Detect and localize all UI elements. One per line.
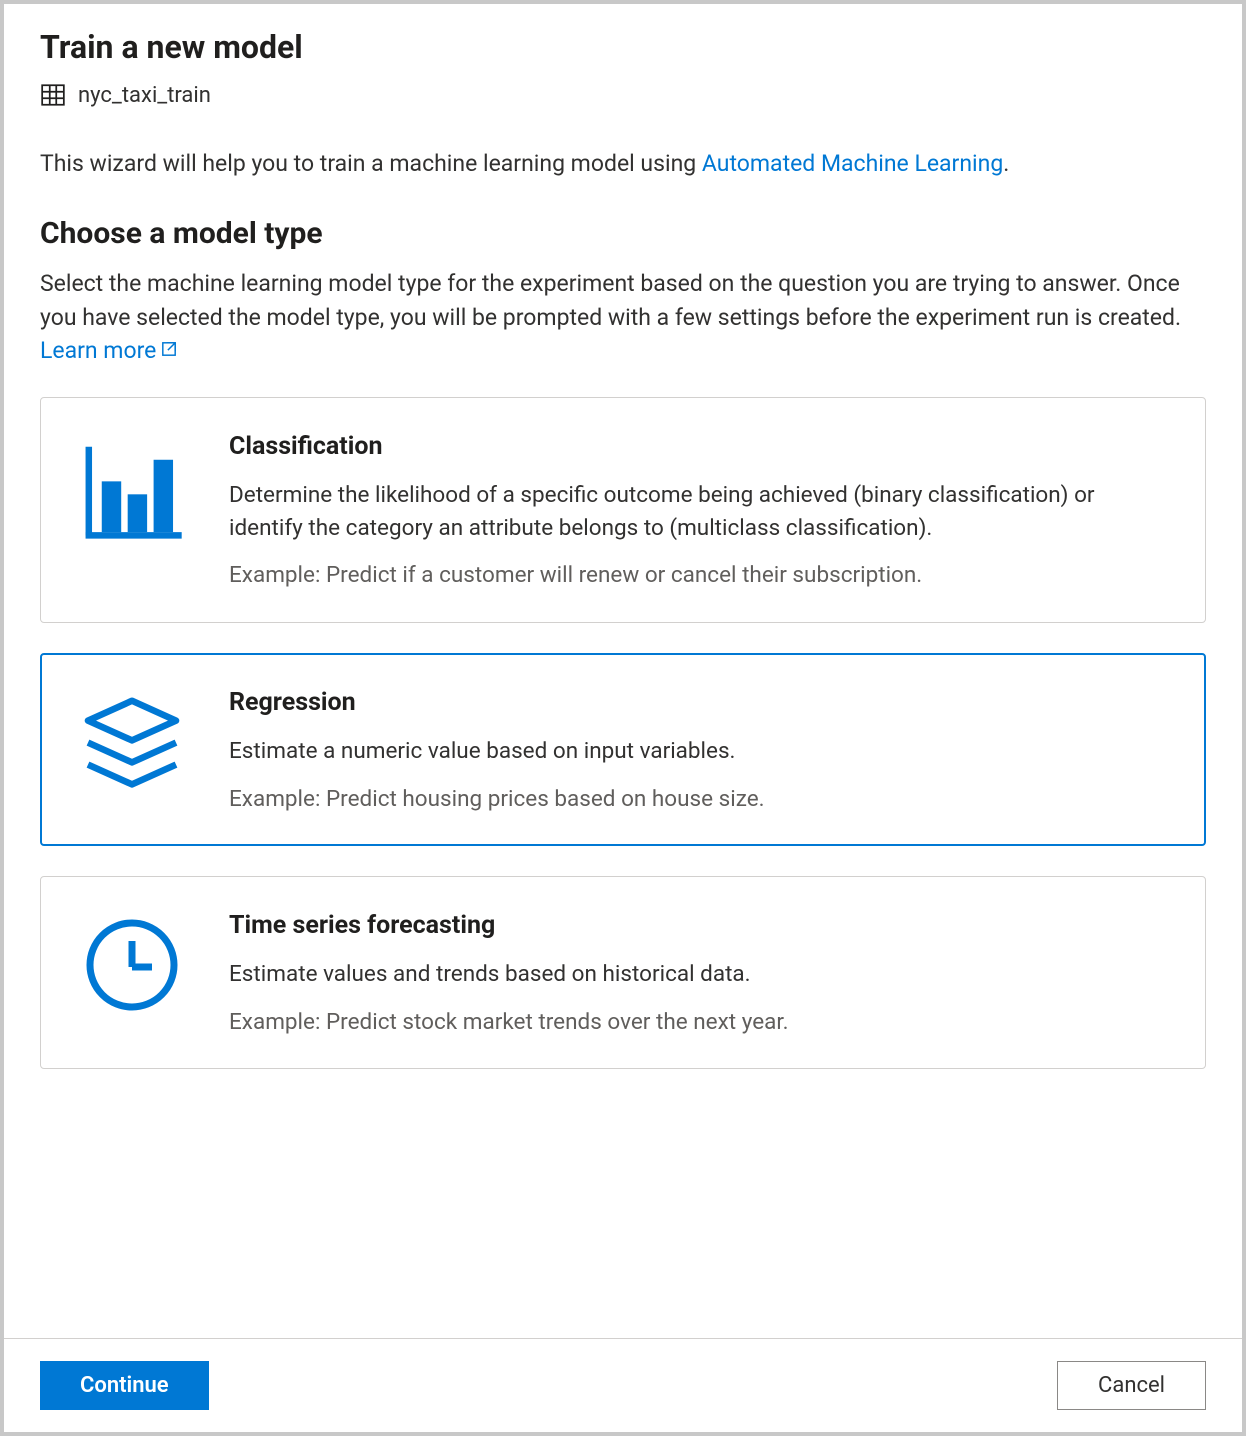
layers-icon <box>77 688 187 815</box>
card-example: Example: Predict housing prices based on… <box>229 784 1169 816</box>
intro-text: This wizard will help you to train a mac… <box>40 148 1206 180</box>
continue-button[interactable]: Continue <box>40 1361 209 1410</box>
footer: Continue Cancel <box>4 1338 1242 1432</box>
card-title: Regression <box>229 688 1169 717</box>
bar-chart-icon <box>77 432 187 592</box>
card-example: Example: Predict stock market trends ove… <box>229 1007 1169 1039</box>
page-title: Train a new model <box>40 28 1206 66</box>
dataset-row: nyc_taxi_train <box>40 82 1206 108</box>
automl-link[interactable]: Automated Machine Learning <box>702 150 1003 177</box>
card-classification[interactable]: Classification Determine the likelihood … <box>40 397 1206 623</box>
section-desc-text: Select the machine learning model type f… <box>40 270 1181 330</box>
intro-suffix: . <box>1003 150 1009 177</box>
section-description: Select the machine learning model type f… <box>40 267 1206 367</box>
cancel-button[interactable]: Cancel <box>1057 1361 1206 1410</box>
intro-prefix: This wizard will help you to train a mac… <box>40 150 702 177</box>
card-title: Time series forecasting <box>229 911 1169 940</box>
card-time-series[interactable]: Time series forecasting Estimate values … <box>40 876 1206 1069</box>
card-example: Example: Predict if a customer will rene… <box>229 560 1169 592</box>
card-regression[interactable]: Regression Estimate a numeric value base… <box>40 653 1206 846</box>
clock-icon <box>77 911 187 1038</box>
model-type-cards: Classification Determine the likelihood … <box>40 397 1206 1069</box>
learn-more-link[interactable]: Learn more <box>40 337 178 364</box>
learn-more-text: Learn more <box>40 337 156 364</box>
external-link-icon <box>160 334 178 367</box>
card-description: Estimate a numeric value based on input … <box>229 735 1169 768</box>
card-description: Estimate values and trends based on hist… <box>229 958 1169 991</box>
table-icon <box>40 82 66 108</box>
card-description: Determine the likelihood of a specific o… <box>229 479 1169 544</box>
section-heading: Choose a model type <box>40 216 1206 251</box>
card-title: Classification <box>229 432 1169 461</box>
dataset-name: nyc_taxi_train <box>78 83 211 108</box>
